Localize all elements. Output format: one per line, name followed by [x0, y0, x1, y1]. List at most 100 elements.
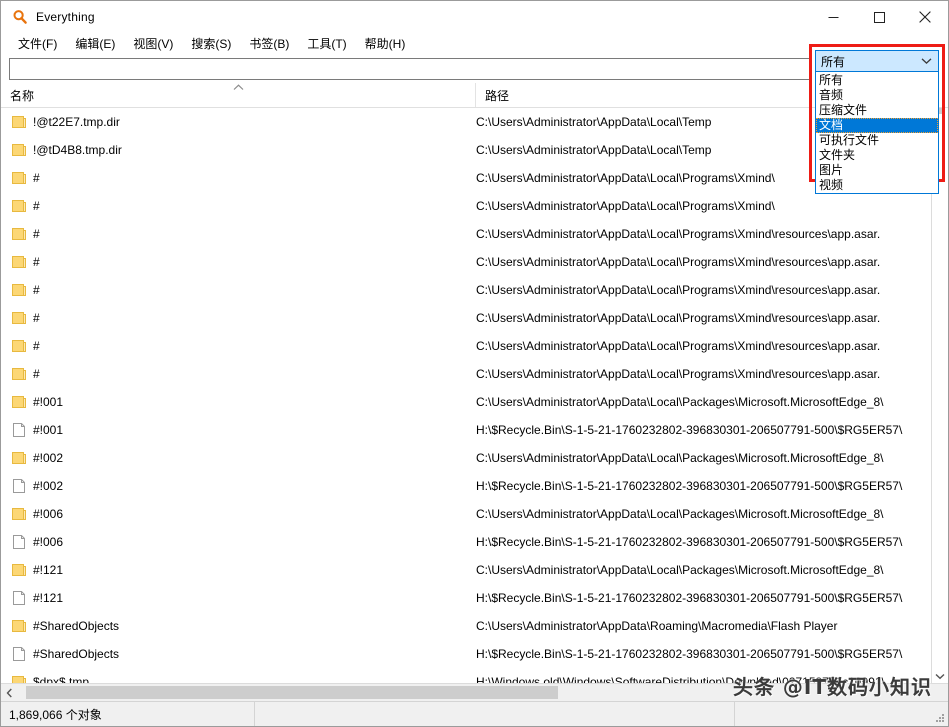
filter-option-0[interactable]: 所有: [816, 73, 938, 88]
menu-item-view[interactable]: 视图(V): [124, 33, 182, 55]
table-row[interactable]: #!006 C:\Users\Administrator\AppData\Loca…: [1, 500, 931, 528]
menu-item-edit[interactable]: 编辑(E): [66, 33, 124, 55]
filter-option-2[interactable]: 压缩文件: [816, 103, 938, 118]
folder-icon: [11, 338, 27, 354]
cell-name: !@tD4B8.tmp.dir: [1, 142, 476, 158]
table-row[interactable]: #C:\Users\Administrator\AppData\Local\Pr…: [1, 164, 931, 192]
file-name-label: #: [33, 339, 40, 353]
cell-name: #: [1, 338, 476, 354]
search-input[interactable]: [9, 58, 812, 80]
table-row[interactable]: #!001H:\$Recycle.Bin\S-1-5-21-1760232802…: [1, 416, 931, 444]
file-name-label: #: [33, 311, 40, 325]
cell-name: #!006: [1, 506, 476, 522]
filter-option-6[interactable]: 图片: [816, 163, 938, 178]
menu-bar: 文件(F) 编辑(E) 视图(V) 搜索(S) 书签(B) 工具(T) 帮助(H…: [1, 33, 948, 55]
filter-option-1[interactable]: 音频: [816, 88, 938, 103]
status-separator: [254, 702, 255, 726]
close-button[interactable]: [902, 1, 948, 33]
file-name-label: !@t22E7.tmp.dir: [33, 115, 120, 129]
file-name-label: $dpx$.tmp: [33, 675, 89, 683]
cell-path: H:\$Recycle.Bin\S-1-5-21-1760232802-3968…: [476, 647, 931, 661]
table-row[interactable]: #!006H:\$Recycle.Bin\S-1-5-21-1760232802…: [1, 528, 931, 556]
cell-path: C:\Users\Administrator\AppData\Local\Pro…: [476, 339, 931, 353]
cell-name: #: [1, 366, 476, 382]
cell-name: #: [1, 170, 476, 186]
cell-name: #: [1, 310, 476, 326]
chevron-down-icon: [921, 58, 932, 65]
cell-name: #: [1, 226, 476, 242]
cell-name: #: [1, 282, 476, 298]
table-row[interactable]: #!121C:\Users\Administrator\AppData\Loca…: [1, 556, 931, 584]
file-icon: [11, 534, 27, 550]
cell-path: C:\Users\Administrator\AppData\Roaming\M…: [476, 619, 931, 633]
table-row[interactable]: #!002C:\Users\Administrator\AppData\Loca…: [1, 444, 931, 472]
filter-combobox[interactable]: 所有 所有音频压缩文件文档可执行文件文件夹图片视频: [815, 50, 939, 194]
cell-name: #!001: [1, 394, 476, 410]
everything-window: Everything 文件(F) 编辑(E) 视图(V) 搜索(S) 书签(B)…: [0, 0, 949, 727]
table-row[interactable]: #!002H:\$Recycle.Bin\S-1-5-21-1760232802…: [1, 472, 931, 500]
filter-option-7[interactable]: 视频: [816, 178, 938, 193]
table-row[interactable]: $dpx$.tmpH:\Windows.old\Windows\Software…: [1, 668, 931, 683]
table-row[interactable]: #C:\Users\Administrator\AppData\Local\Pr…: [1, 248, 931, 276]
maximize-button[interactable]: [856, 1, 902, 33]
magnifier-icon: [12, 9, 28, 25]
table-row[interactable]: !@t22E7.tmp.dirC:\Users\Administrator\Ap…: [1, 108, 931, 136]
sort-ascending-icon: [233, 84, 244, 94]
file-name-label: #: [33, 171, 40, 185]
table-row[interactable]: #!121H:\$Recycle.Bin\S-1-5-21-1760232802…: [1, 584, 931, 612]
filter-option-4[interactable]: 可执行文件: [816, 133, 938, 148]
menu-item-bookmarks[interactable]: 书签(B): [240, 33, 298, 55]
filter-option-5[interactable]: 文件夹: [816, 148, 938, 163]
table-row[interactable]: # C:\Users\Administrator\AppData\Local\Pr…: [1, 332, 931, 360]
table-row[interactable]: #!001C:\Users\Administrator\AppData\Loca…: [1, 388, 931, 416]
cell-name: #!001: [1, 422, 476, 438]
scroll-left-icon[interactable]: [1, 684, 18, 701]
window-controls: [810, 1, 948, 33]
table-row[interactable]: #C:\Users\Administrator\AppData\Local\Pr…: [1, 360, 931, 388]
horizontal-scroll-thumb[interactable]: [26, 686, 558, 699]
filter-option-3[interactable]: 文档: [816, 118, 938, 133]
file-name-label: #: [33, 367, 40, 381]
column-header-name[interactable]: 名称: [1, 83, 476, 107]
results-viewport: !@t22E7.tmp.dir C:\Users\Administrator\Ap…: [1, 108, 931, 683]
resize-grip-icon[interactable]: [933, 711, 945, 723]
file-name-label: #: [33, 283, 40, 297]
cell-name: !@t22E7.tmp.dir: [1, 114, 476, 130]
table-row[interactable]: #SharedObjects C:\Users\Administrator\App…: [1, 612, 931, 640]
folder-icon: [11, 254, 27, 270]
results-list: !@t22E7.tmp.dir C:\Users\Administrator\Ap…: [1, 108, 948, 683]
menu-item-tools[interactable]: 工具(T): [298, 33, 355, 55]
folder-icon: [11, 674, 27, 683]
menu-item-file[interactable]: 文件(F): [9, 33, 66, 55]
file-name-label: #!121: [33, 563, 63, 577]
folder-icon: [11, 226, 27, 242]
cell-name: #: [1, 254, 476, 270]
status-object-count: 1,869,066 个对象: [1, 706, 102, 723]
cell-name: #!121: [1, 590, 476, 606]
table-row[interactable]: #SharedObjectsH:\$Recycle.Bin\S-1-5-21-1…: [1, 640, 931, 668]
folder-icon: [11, 198, 27, 214]
table-row[interactable]: #C:\Users\Administrator\AppData\Local\Pr…: [1, 276, 931, 304]
menu-item-help[interactable]: 帮助(H): [356, 33, 415, 55]
table-row[interactable]: !@tD4B8.tmp.dirC:\Users\Administrator\Ap…: [1, 136, 931, 164]
cell-name: #!006: [1, 534, 476, 550]
filter-dropdown-list[interactable]: 所有音频压缩文件文档可执行文件文件夹图片视频: [815, 72, 939, 194]
scroll-down-icon[interactable]: [935, 673, 945, 680]
table-row[interactable]: #C:\Users\Administrator\AppData\Local\Pr…: [1, 304, 931, 332]
filter-combobox-button[interactable]: 所有: [815, 50, 939, 72]
file-name-label: #SharedObjects: [33, 619, 119, 633]
cell-path: C:\Users\Administrator\AppData\Local\Pac…: [476, 507, 931, 521]
file-icon: [11, 478, 27, 494]
horizontal-scrollbar[interactable]: [1, 683, 948, 701]
file-name-label: #!006: [33, 507, 63, 521]
folder-icon: [11, 310, 27, 326]
file-name-label: #: [33, 199, 40, 213]
table-row[interactable]: #C:\Users\Administrator\AppData\Local\Pr…: [1, 220, 931, 248]
vertical-scrollbar[interactable]: [931, 108, 948, 683]
menu-item-search[interactable]: 搜索(S): [182, 33, 240, 55]
cell-name: #!002: [1, 450, 476, 466]
cell-name: #SharedObjects: [1, 618, 476, 634]
minimize-button[interactable]: [810, 1, 856, 33]
table-row[interactable]: #C:\Users\Administrator\AppData\Local\Pr…: [1, 192, 931, 220]
file-name-label: #!121: [33, 591, 63, 605]
